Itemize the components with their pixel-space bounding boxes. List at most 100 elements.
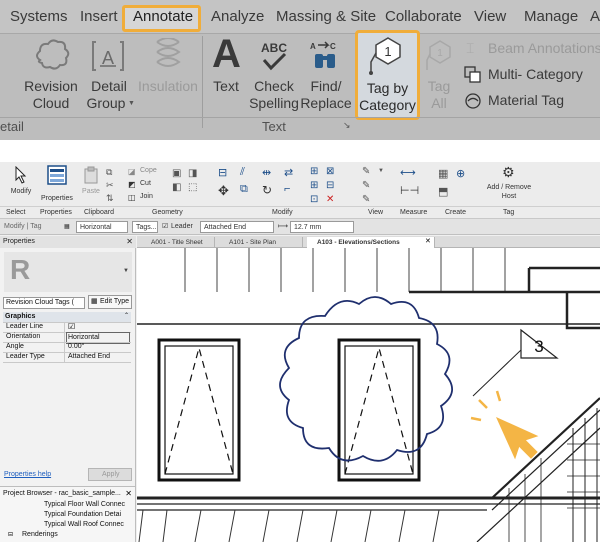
graphics-section[interactable]: Graphics ⌃: [3, 312, 131, 322]
chevron-down-icon[interactable]: ▼: [378, 168, 384, 174]
dialog-launcher-icon[interactable]: ↘: [343, 120, 351, 131]
dimension-icon[interactable]: ⊢⊣: [400, 184, 419, 197]
close-icon[interactable]: ✕: [126, 236, 133, 248]
view-tab-site-plan[interactable]: A101 - Site Plan: [219, 237, 303, 248]
type-selector-value: Revision Cloud Tags (: [6, 299, 74, 306]
create-similar-icon[interactable]: ⊕: [456, 167, 465, 180]
view-tool-icon[interactable]: ✎: [362, 166, 370, 177]
offset-icon[interactable]: ⫽: [240, 166, 245, 179]
close-icon[interactable]: ✕: [125, 489, 132, 498]
tab-insert[interactable]: Insert: [80, 8, 118, 25]
measure-icon[interactable]: ⟷: [400, 166, 416, 179]
insulation-button[interactable]: Insulation: [136, 36, 200, 116]
panel-title-detail: etail: [0, 119, 24, 134]
properties-title-bar: Properties ✕: [0, 236, 136, 248]
trim-icon[interactable]: ⌐: [284, 183, 290, 195]
split-icon[interactable]: ⊞: [310, 166, 318, 177]
edit-type-button[interactable]: ▦ Edit Type: [88, 295, 132, 309]
geometry-tool-icon-4[interactable]: ⬚: [188, 182, 197, 193]
view-tool-icon-2[interactable]: ✎: [362, 180, 370, 191]
close-icon[interactable]: ✕: [425, 237, 431, 245]
delete-icon[interactable]: ✕: [326, 194, 334, 205]
revit-logo-icon: R: [10, 254, 31, 285]
apply-button[interactable]: Apply: [88, 468, 132, 481]
tag-orientation-icon: ▦: [64, 224, 70, 230]
view-tab-elevations[interactable]: A103 - Elevations/Sections: [307, 237, 435, 248]
type-selector[interactable]: Revision Cloud Tags (: [3, 297, 85, 309]
leader-type-value[interactable]: Attached End: [68, 352, 110, 362]
create-group-icon[interactable]: ▦: [438, 167, 448, 180]
geometry-tool-icon-3[interactable]: ◨: [188, 168, 197, 179]
mirror-draw-icon[interactable]: ⇄: [284, 166, 293, 179]
chevron-down-icon[interactable]: ▼: [123, 268, 129, 274]
align-icon[interactable]: ⊟: [218, 166, 227, 179]
panel-select[interactable]: Select: [6, 209, 25, 216]
properties-help-link[interactable]: Properties help: [4, 470, 51, 480]
cut-geometry-label[interactable]: Cut: [140, 180, 151, 187]
cut-icon[interactable]: ✂: [106, 180, 114, 191]
leader-checkbox[interactable]: ☑: [162, 221, 168, 233]
find-replace-button[interactable]: A C Find/ Replace: [300, 36, 352, 116]
unpin-icon[interactable]: ⊟: [326, 180, 334, 191]
tab-manage[interactable]: Manage: [524, 8, 578, 25]
array-icon[interactable]: ⊞: [310, 180, 318, 191]
angle-value[interactable]: 0.00°: [68, 342, 84, 352]
join-label[interactable]: Join: [140, 193, 153, 200]
create-assembly-icon[interactable]: ⬒: [438, 185, 448, 198]
cope-icon[interactable]: ◪: [128, 167, 136, 176]
join-icon[interactable]: ◫: [128, 193, 136, 202]
tab-annotate[interactable]: Annotate: [133, 8, 193, 25]
cut-geometry-icon[interactable]: ◩: [128, 180, 136, 189]
pin-icon[interactable]: ⊠: [326, 166, 334, 177]
scale-icon[interactable]: ⊡: [310, 194, 318, 205]
beam-annotations-icon: ⌶: [466, 40, 475, 56]
paste-button[interactable]: Paste: [80, 164, 102, 202]
leader-line-checkbox[interactable]: ☑: [68, 322, 75, 331]
material-tag-button[interactable]: Material Tag: [462, 92, 600, 110]
view-tool-icon-3[interactable]: ✎: [362, 194, 370, 205]
add-remove-host-button[interactable]: ⚙ Add / Remove Host: [484, 164, 534, 204]
text-button[interactable]: A Text: [206, 32, 246, 116]
tab-overflow[interactable]: A: [590, 8, 600, 25]
detail-group-label-1: Detail: [91, 78, 127, 94]
expand-icon[interactable]: ⊟: [8, 531, 13, 538]
copy-icon[interactable]: ⧉: [106, 167, 112, 178]
orientation-name: Orientation: [6, 333, 41, 340]
match-type-icon[interactable]: ⇅: [106, 193, 114, 204]
edit-type-label: Edit Type: [100, 298, 130, 305]
browser-item-renderings[interactable]: Renderings: [22, 530, 58, 540]
detail-group-button[interactable]: A Detail Group ▼: [84, 36, 135, 116]
cope-label[interactable]: Cope: [140, 167, 157, 174]
revision-cloud-button[interactable]: Revision Cloud: [20, 36, 82, 116]
tab-massing-site[interactable]: Massing & Site: [276, 8, 376, 25]
siding-lines: [184, 248, 506, 292]
browser-item[interactable]: Typical Floor Wall Connec: [44, 500, 125, 510]
rotate-icon[interactable]: ↻: [262, 183, 272, 197]
collapse-icon[interactable]: ⌃: [124, 312, 129, 319]
browser-item[interactable]: Typical Wall Roof Connec: [44, 520, 124, 530]
check-spelling-button[interactable]: ABC Check Spelling: [248, 36, 300, 116]
text-label: Text: [213, 78, 239, 94]
tab-view[interactable]: View: [474, 8, 506, 25]
leader-length-input[interactable]: 12.7 mm: [290, 221, 354, 233]
tab-systems[interactable]: Systems: [10, 8, 68, 25]
tag-all-button[interactable]: 1 Tag All: [422, 36, 456, 116]
browser-item[interactable]: Typical Foundation Detai: [44, 510, 121, 520]
tab-collaborate[interactable]: Collaborate: [385, 8, 462, 25]
tab-analyze[interactable]: Analyze: [211, 8, 264, 25]
revision-cloud-icon: [36, 39, 70, 70]
copy-element-icon[interactable]: ⧉: [240, 183, 248, 196]
move-icon[interactable]: ✥: [218, 183, 229, 199]
modify-button[interactable]: Modify: [4, 164, 38, 202]
beam-annotations-button[interactable]: ⌶ Beam Annotations: [462, 40, 600, 58]
multi-category-button[interactable]: Multi- Category: [462, 66, 600, 84]
geometry-tool-icon[interactable]: ▣: [172, 168, 181, 179]
tag-by-category-button[interactable]: 1 Tag by Category: [355, 30, 420, 120]
leader-end-select[interactable]: Attached End: [200, 221, 274, 233]
geometry-tool-icon-2[interactable]: ◧: [172, 182, 181, 193]
orientation-select[interactable]: Horizontal: [76, 221, 128, 233]
view-tab-title-sheet[interactable]: A001 - Title Sheet: [141, 237, 215, 248]
mirror-icon[interactable]: ⇹: [262, 166, 271, 179]
drawing-canvas[interactable]: 3: [137, 248, 600, 542]
tags-button[interactable]: Tags...: [132, 221, 158, 233]
